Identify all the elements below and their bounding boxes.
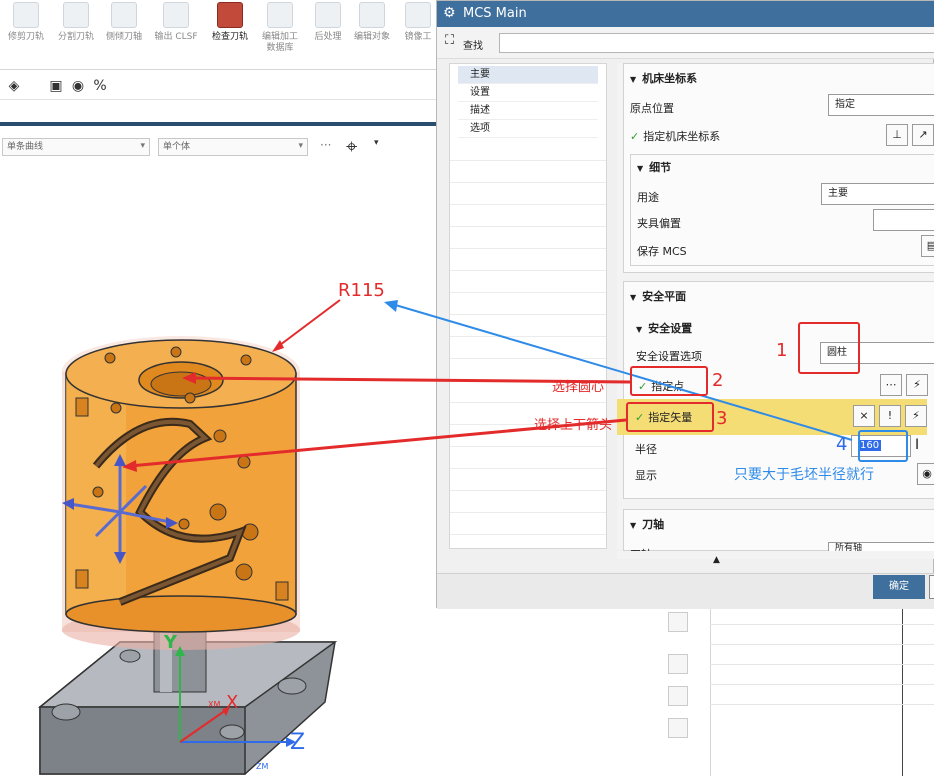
- select-arrow-note: 选择上下箭头: [534, 418, 613, 433]
- callout-4-number: 4: [836, 434, 848, 455]
- annotation-arrows: [122, 299, 853, 472]
- callout-3-box: [626, 402, 714, 432]
- r115-label: R115: [338, 280, 385, 301]
- callout-2-box: [630, 366, 708, 396]
- callout-1-box: [798, 322, 860, 374]
- select-center-note: 选择圆心: [552, 380, 605, 395]
- callout-3-number: 3: [716, 408, 728, 429]
- callout-4-box: [858, 430, 908, 462]
- radius-note: 只要大于毛坯半径就行: [734, 467, 874, 483]
- callout-1-number: 1: [776, 340, 788, 361]
- callout-2-number: 2: [712, 370, 724, 391]
